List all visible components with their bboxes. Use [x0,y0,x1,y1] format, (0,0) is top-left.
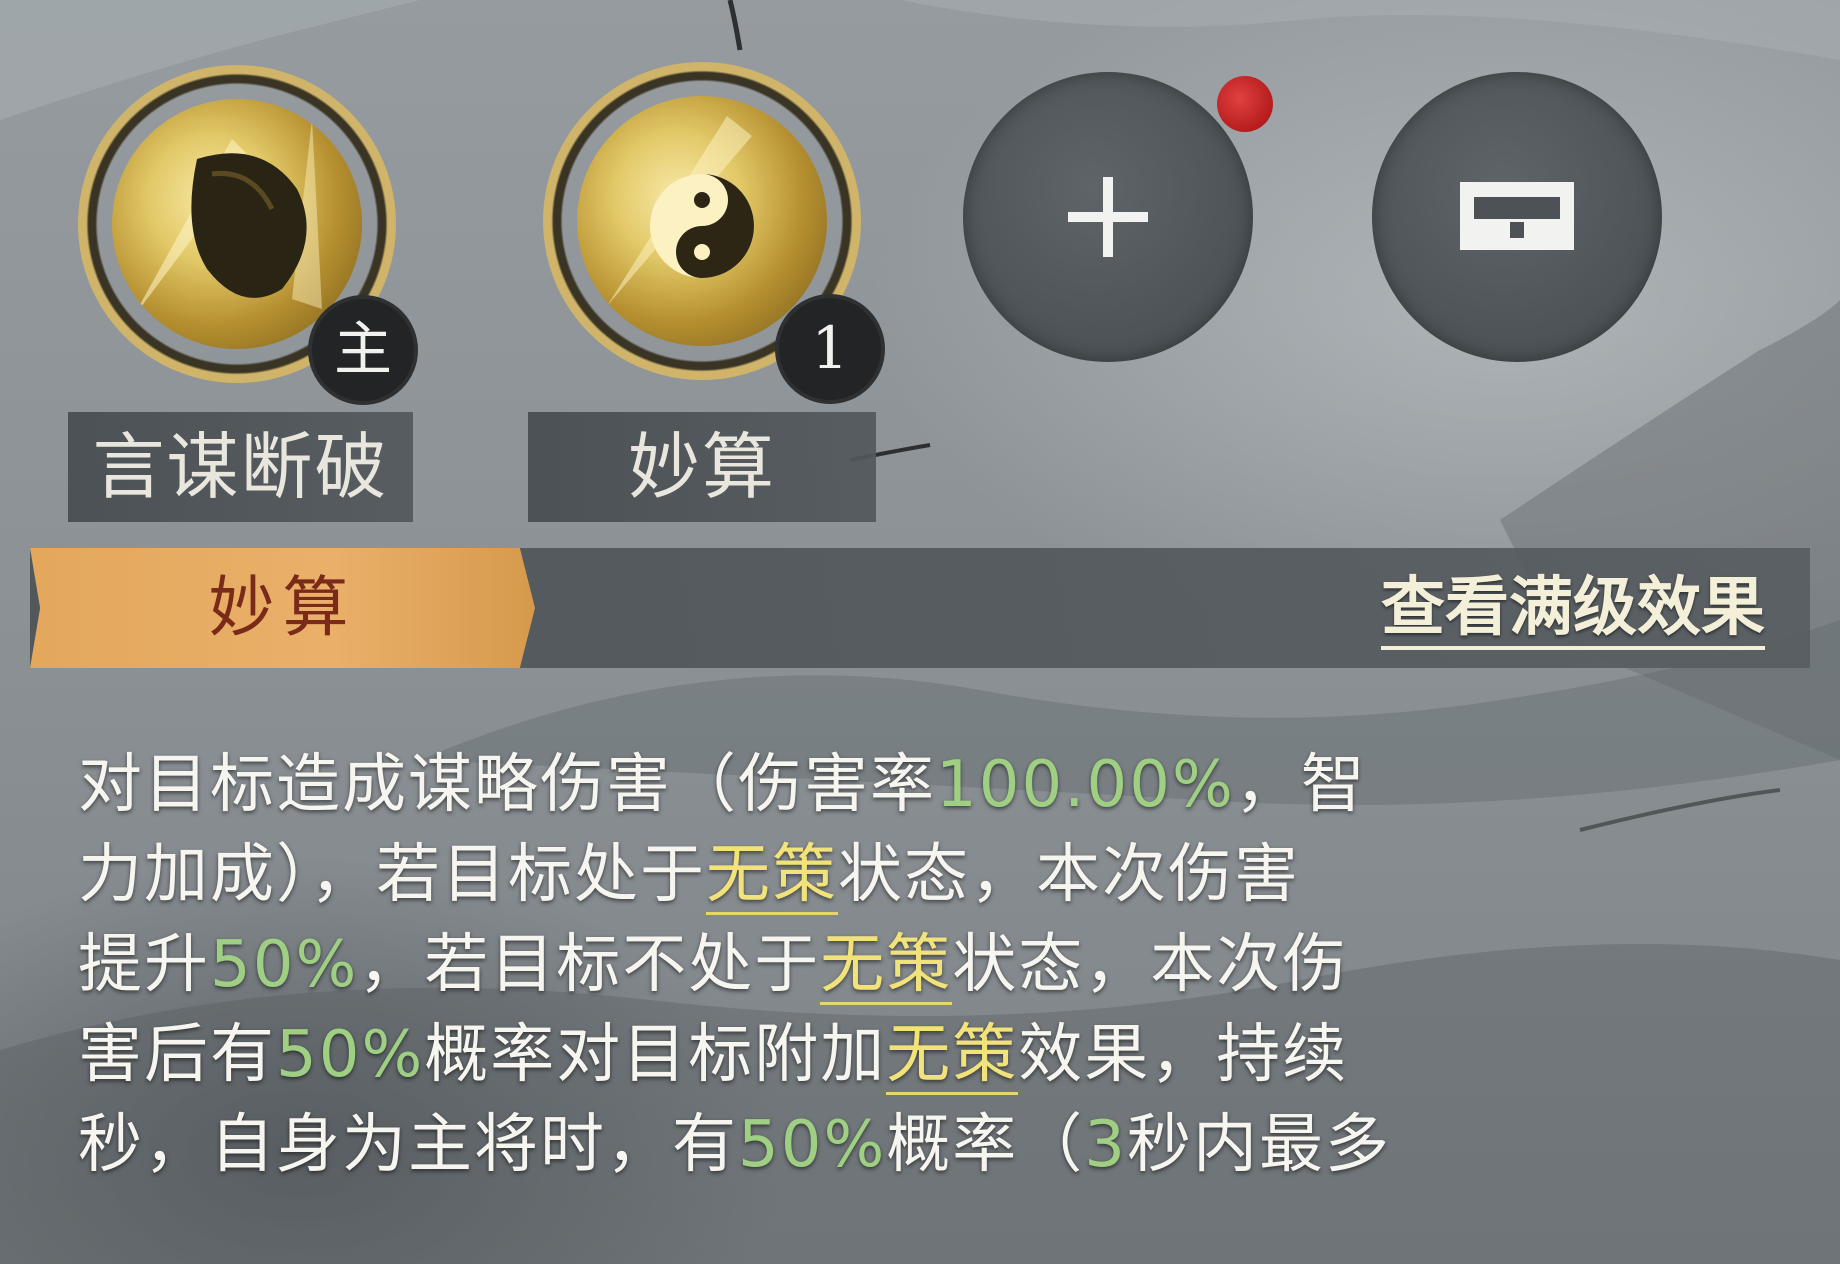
yin-yang-emblem-icon [607,116,754,306]
value-number: 50% [738,1108,887,1182]
skill-name-main: 言谋断破 [68,412,413,522]
description-line: 对目标造成谋略伤害（伤害率100.00%，智 [78,740,1678,830]
description-line: 秒，自身为主将时，有50%概率（3秒内最多 [78,1100,1678,1190]
description-text: ，若目标不处于 [358,928,821,1002]
description-line: 力加成），若目标处于无策状态，本次伤害 [78,830,1678,920]
status-keyword-link[interactable]: 无策 [706,838,838,915]
skill-emblem-1 [577,96,827,346]
description-text: 效果，持续 [1018,1018,1349,1092]
skill-slot-main[interactable]: 主 [78,65,418,405]
view-max-level-link[interactable]: 查看满级效果 [1381,566,1765,650]
value-number: 3 [1084,1108,1127,1182]
value-number: 50% [276,1018,425,1092]
description-line: 害后有50%概率对目标附加无策效果，持续 [78,1010,1678,1100]
skill-slot-1[interactable]: 1 [543,62,885,404]
description-text: 力加成），若目标处于 [78,838,706,912]
description-text: 状态，本次伤害 [838,838,1300,912]
description-text: 概率（ [886,1108,1085,1182]
value-number: 100.00% [936,748,1235,822]
description-line: 提升50%，若目标不处于无策状态，本次伤 [78,920,1678,1010]
description-text: 概率对目标附加 [424,1018,887,1092]
save-loadout-button[interactable] [1372,72,1662,362]
status-keyword-link[interactable]: 无策 [820,928,953,1005]
notification-dot [1217,76,1273,132]
badge-slot-1: 1 [775,294,885,404]
description-text: 秒，自身为主将时，有 [78,1108,738,1182]
badge-main: 主 [308,295,418,405]
plus-icon [1068,177,1148,257]
tab-skill-miaosuan[interactable]: 妙算 [30,548,535,668]
status-keyword-link[interactable]: 无策 [886,1018,1019,1095]
skill-name-1: 妙算 [528,412,876,522]
description-text: 提升 [78,928,210,1002]
add-skill-button[interactable] [963,72,1253,362]
save-tray-icon [1460,182,1574,250]
description-text: 状态，本次伤 [952,928,1349,1002]
description-text: 对目标造成谋略伤害（伤害率 [78,748,936,822]
description-text: 害后有 [78,1018,276,1092]
skill-description: 对目标造成谋略伤害（伤害率100.00%，智 力加成），若目标处于无策状态，本次伤… [78,740,1678,1190]
description-text: 秒内最多 [1126,1108,1391,1182]
description-text: ，智 [1234,748,1367,822]
value-number: 50% [210,928,359,1002]
skill-detail-panel: 主 言谋断破 1 妙算 妙算 查看满级效果 对目标造成谋略伤害（伤害率100.0… [0,0,1840,1264]
